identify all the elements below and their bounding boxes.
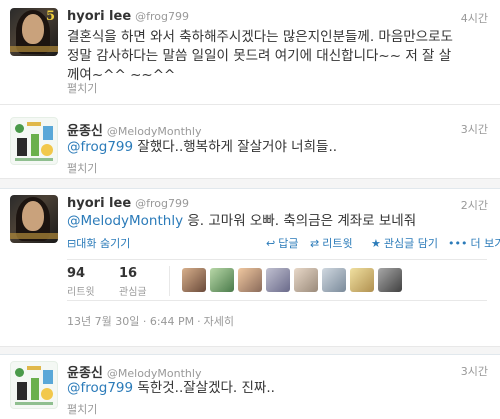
- tweet-text: @frog799 독한것..잘살겠다. 진짜..: [67, 379, 460, 398]
- tweet-time[interactable]: 2시간: [461, 197, 488, 213]
- author-name[interactable]: hyori lee @frog799: [67, 9, 189, 24]
- retweet-button[interactable]: ⇄ 리트윗: [310, 235, 353, 251]
- tweet-time[interactable]: 3시간: [461, 121, 488, 137]
- user-avatar-thumb[interactable]: [322, 268, 346, 292]
- favorite-label[interactable]: 관심글 담기: [384, 237, 438, 250]
- mention-link[interactable]: @frog799: [67, 139, 133, 155]
- user-avatar-thumb[interactable]: [182, 268, 206, 292]
- retweet-label[interactable]: 리트윗: [322, 237, 352, 250]
- tweet-text: @frog799 잘했다..행복하게 잘살거야 너희들..: [67, 138, 460, 157]
- reply-icon: ↩: [266, 237, 276, 250]
- user-avatar-thumb[interactable]: [350, 268, 374, 292]
- tweet-stats: 94 리트윗 16 관심글: [67, 259, 487, 301]
- reply-label[interactable]: 답글: [278, 237, 298, 250]
- expand-link[interactable]: 펼치기: [67, 401, 97, 417]
- avatar-badge-text: 5: [45, 9, 55, 24]
- more-dots-icon: •••: [448, 237, 468, 250]
- tweet-time[interactable]: 4시간: [461, 10, 488, 26]
- avatar[interactable]: [10, 117, 58, 165]
- author-name[interactable]: 윤종신 @MelodyMonthly: [67, 120, 201, 139]
- retweet-icon: ⇄: [310, 237, 320, 250]
- author-display-name[interactable]: 윤종신: [67, 124, 103, 139]
- conversation-gap: [0, 347, 500, 355]
- tweet-actions: ⊟대화 숨기기 ↩ 답글 ⇄ 리트윗 ★ 관심글 담기 ••• 더 보기: [67, 235, 500, 251]
- tweet-date: 13년 7월 30일 · 6:44 PM · 자세히: [67, 315, 235, 328]
- user-avatar-thumb[interactable]: [294, 268, 318, 292]
- tweet-text-body: 응. 고마워 오빠. 축의금은 계좌로 보네줘: [183, 213, 417, 229]
- conversation-gap: [0, 179, 500, 189]
- tweet[interactable]: 5 hyori lee @frog799 4시간 결혼식을 하면 와서 축하해주시…: [0, 0, 500, 105]
- author-handle[interactable]: @MelodyMonthly: [107, 125, 202, 138]
- author-display-name[interactable]: hyori lee: [67, 196, 131, 211]
- tweet-text: 결혼식을 하면 와서 축하해주시겠다는 많은지인분들께. 마음만으로도 정말 감…: [67, 29, 453, 83]
- avatar[interactable]: 5: [10, 8, 58, 56]
- details-link[interactable]: 자세히: [204, 315, 234, 328]
- more-label[interactable]: 더 보기: [470, 237, 500, 250]
- user-avatar-thumb[interactable]: [210, 268, 234, 292]
- tweet-time[interactable]: 3시간: [461, 363, 488, 379]
- author-display-name[interactable]: hyori lee: [67, 9, 131, 24]
- mention-link[interactable]: @frog799: [67, 380, 133, 396]
- tweet-timestamp: 13년 7월 30일 · 6:44 PM: [67, 315, 195, 328]
- user-avatar-thumb[interactable]: [266, 268, 290, 292]
- tweet[interactable]: 윤종신 @MelodyMonthly 3시간 @frog799 독한것..잘살겠다…: [0, 355, 500, 419]
- favorite-count[interactable]: 16: [119, 266, 147, 281]
- expand-link[interactable]: 펼치기: [67, 80, 97, 96]
- favorite-stat[interactable]: 16 관심글: [119, 266, 147, 298]
- avatar[interactable]: [10, 195, 58, 243]
- expand-link[interactable]: 펼치기: [67, 160, 97, 176]
- hide-conversation-link[interactable]: ⊟대화 숨기기: [67, 235, 130, 251]
- avatar[interactable]: [10, 361, 58, 409]
- tweet-text: @MelodyMonthly 응. 고마워 오빠. 축의금은 계좌로 보네줘: [67, 212, 460, 231]
- minus-square-icon: ⊟: [67, 237, 77, 250]
- retweet-count-label: 리트윗: [67, 287, 95, 298]
- user-avatar-thumb[interactable]: [238, 268, 262, 292]
- author-name[interactable]: hyori lee @frog799: [67, 196, 189, 211]
- tweet-text-body: 잘했다..행복하게 잘살거야 너희들..: [133, 139, 338, 155]
- star-icon: ★: [371, 237, 381, 250]
- hide-conversation-label[interactable]: 대화 숨기기: [76, 237, 130, 250]
- author-handle[interactable]: @frog799: [135, 197, 189, 210]
- tweet-text-body: 독한것..잘살겠다. 진짜..: [133, 380, 275, 396]
- mention-link[interactable]: @MelodyMonthly: [67, 213, 183, 229]
- retweet-stat[interactable]: 94 리트윗: [67, 266, 95, 298]
- favorite-count-label: 관심글: [119, 287, 147, 298]
- tweet-expanded[interactable]: hyori lee @frog799 2시간 @MelodyMonthly 응. …: [0, 189, 500, 347]
- reply-button[interactable]: ↩ 답글: [266, 235, 298, 251]
- user-avatar-thumb[interactable]: [378, 268, 402, 292]
- favorite-button[interactable]: ★ 관심글 담기: [371, 235, 438, 251]
- more-button[interactable]: ••• 더 보기: [448, 235, 500, 251]
- author-handle[interactable]: @frog799: [135, 10, 189, 23]
- retweet-count[interactable]: 94: [67, 266, 95, 281]
- tweet[interactable]: 윤종신 @MelodyMonthly 3시간 @frog799 잘했다..행복하게…: [0, 105, 500, 179]
